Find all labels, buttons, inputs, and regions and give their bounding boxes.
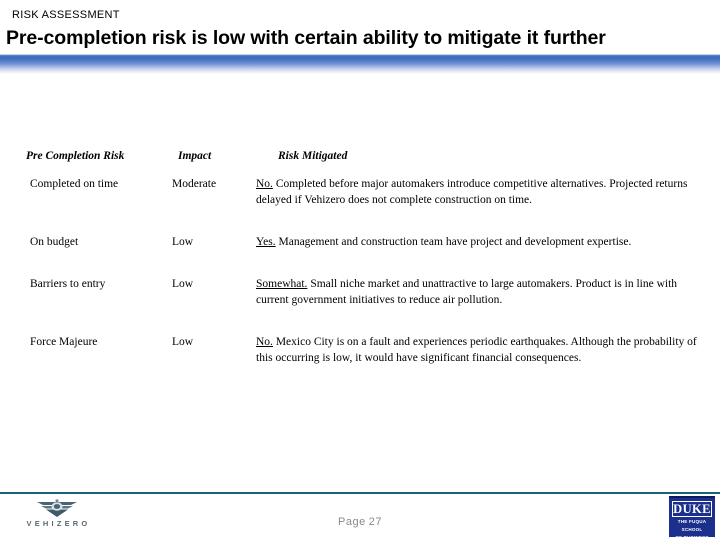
section-kicker: RISK ASSESSMENT [12, 9, 120, 21]
cell-mitigated: No. Mexico City is on a fault and experi… [248, 320, 720, 378]
cell-risk: Completed on time [30, 178, 119, 190]
school-logo-line1: THE FUQUA [677, 519, 707, 524]
cell-risk: Force Majeure [30, 336, 98, 348]
verdict-label: No. [256, 178, 273, 190]
cell-impact: Low [172, 236, 194, 248]
page-value: 27 [368, 516, 382, 528]
cell-risk: On budget [30, 236, 79, 248]
table-row: On budget Low Yes. Management and constr… [0, 220, 720, 262]
column-header-risk: Pre Completion Risk [26, 150, 125, 162]
table-row: Barriers to entry Low Somewhat. Small ni… [0, 262, 720, 320]
school-logo-wordmark: DUKE [672, 501, 712, 517]
page-number: Page 27 [0, 516, 720, 528]
column-header-impact: Impact [178, 150, 212, 162]
cell-impact: Moderate [172, 178, 217, 190]
vehizero-wing-emblem-icon [37, 499, 77, 517]
slide-footer: VEHIZERO Page27 DUKE THE FUQUA SCHOOL OF… [0, 494, 720, 540]
header-accent-bar [0, 54, 720, 74]
verdict-label: No. [256, 336, 273, 348]
verdict-detail: Completed before major automakers introd… [256, 178, 688, 206]
table-header-row: Pre Completion Risk Impact Risk Mitigate… [0, 132, 720, 162]
risk-assessment-table: Pre Completion Risk Impact Risk Mitigate… [0, 132, 720, 378]
verdict-detail: Management and construction team have pr… [278, 236, 632, 248]
school-logo-line3: OF BUSINESS [669, 535, 715, 537]
table-row: Force Majeure Low No. Mexico City is on … [0, 320, 720, 378]
cell-mitigated: No. Completed before major automakers in… [248, 162, 720, 220]
school-logo: DUKE THE FUQUA SCHOOL OF BUSINESS [669, 496, 715, 537]
column-header-mitigated: Risk Mitigated [278, 150, 348, 162]
verdict-label: Somewhat. [256, 278, 308, 290]
cell-impact: Low [172, 278, 194, 290]
page-label: Page [338, 516, 366, 528]
table-body: Completed on time Moderate No. Completed… [0, 162, 720, 378]
verdict-detail: Small niche market and unattractive to l… [256, 278, 678, 306]
cell-risk: Barriers to entry [30, 278, 106, 290]
table-row: Completed on time Moderate No. Completed… [0, 162, 720, 220]
cell-mitigated: Somewhat. Small niche market and unattra… [248, 262, 720, 320]
verdict-detail: Mexico City is on a fault and experience… [256, 336, 697, 364]
school-logo-line2: SCHOOL [681, 527, 703, 533]
page-title: Pre-completion risk is low with certain … [6, 27, 606, 49]
cell-impact: Low [172, 336, 194, 348]
table-header: Pre Completion Risk Impact Risk Mitigate… [0, 132, 720, 162]
cell-mitigated: Yes. Management and construction team ha… [248, 220, 720, 262]
slide-header: RISK ASSESSMENT Pre-completion risk is l… [0, 0, 720, 50]
verdict-label: Yes. [256, 236, 276, 248]
